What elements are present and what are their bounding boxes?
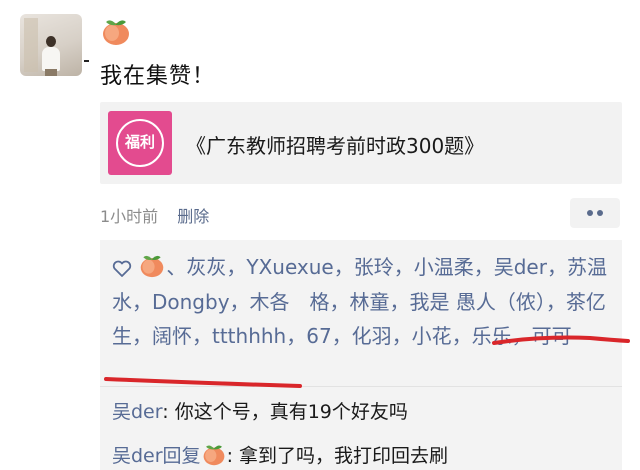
more-dot-icon bbox=[597, 210, 603, 216]
comment-row[interactable]: 吴der回复 : 拿到了吗，我打印回去刷 bbox=[112, 441, 448, 468]
comment-row[interactable]: 吴der: 你这个号，真有19个好友吗 bbox=[112, 397, 408, 424]
shared-link-card[interactable]: 福利 《广东教师招聘考前时政300题》 bbox=[100, 102, 622, 184]
liker-name[interactable]: ，小花 bbox=[392, 324, 452, 348]
peach-icon[interactable] bbox=[138, 252, 166, 278]
peach-icon[interactable] bbox=[100, 16, 132, 46]
thumbnail-text: 福利 bbox=[124, 133, 155, 151]
link-thumbnail: 福利 bbox=[108, 111, 172, 175]
liker-name[interactable]: ，乐乐 bbox=[452, 324, 512, 348]
liker-name[interactable]: ，木各 格 bbox=[230, 290, 330, 314]
more-options-button[interactable] bbox=[570, 198, 620, 228]
liker-name[interactable]: ，化羽 bbox=[332, 324, 392, 348]
avatar[interactable] bbox=[20, 14, 82, 76]
avatar-person-head bbox=[46, 36, 56, 47]
comment-text: 拿到了吗，我打印回去刷 bbox=[239, 445, 449, 467]
heart-outline-icon bbox=[112, 260, 132, 277]
liker-name[interactable]: ，YXuexue bbox=[226, 255, 333, 279]
liker-name[interactable]: ，可可 bbox=[512, 324, 572, 348]
liker-name[interactable]: ，Dongby bbox=[132, 290, 230, 314]
liker-name[interactable]: ，张玲 bbox=[334, 255, 394, 279]
liker-name[interactable]: ，ttthhhh bbox=[192, 324, 286, 348]
name-dash bbox=[84, 60, 89, 62]
peach-icon bbox=[203, 445, 224, 466]
comment-separator: : bbox=[162, 401, 175, 423]
liker-name[interactable]: 、灰灰 bbox=[166, 255, 226, 279]
more-dot-icon bbox=[587, 210, 593, 216]
likes-comments-panel: 、灰灰，YXuexue，张玲，小温柔，吴der，苏温水，Dongby，木各 格，… bbox=[100, 240, 622, 470]
avatar-person-body bbox=[42, 47, 60, 71]
comment-separator: : bbox=[226, 445, 240, 467]
post-meta: 1小时前 删除 bbox=[100, 203, 209, 227]
comment-text: 你这个号，真有19个好友吗 bbox=[174, 401, 408, 423]
avatar-background bbox=[24, 18, 38, 72]
liker-name[interactable]: ，吴der bbox=[474, 255, 547, 279]
liker-name[interactable]: ，我是 愚人（侬） bbox=[390, 290, 546, 314]
liker-name[interactable]: ，67 bbox=[286, 324, 331, 348]
divider bbox=[100, 386, 622, 387]
likes-list: 、灰灰，YXuexue，张玲，小温柔，吴der，苏温水，Dongby，木各 格，… bbox=[112, 250, 612, 354]
delete-link[interactable]: 删除 bbox=[177, 207, 209, 226]
comment-author[interactable]: 吴der bbox=[112, 401, 162, 423]
post-text: 我在集赞！ bbox=[100, 64, 216, 89]
link-title: 《广东教师招聘考前时政300题》 bbox=[186, 134, 485, 158]
post-time: 1小时前 bbox=[100, 207, 159, 226]
liker-name[interactable]: ，小温柔 bbox=[394, 255, 474, 279]
comment-author[interactable]: 吴der回复 bbox=[112, 445, 201, 467]
liker-name[interactable]: ，阔怀 bbox=[132, 324, 192, 348]
avatar-person-legs bbox=[45, 69, 57, 76]
liker-name[interactable]: ，林童 bbox=[330, 290, 390, 314]
